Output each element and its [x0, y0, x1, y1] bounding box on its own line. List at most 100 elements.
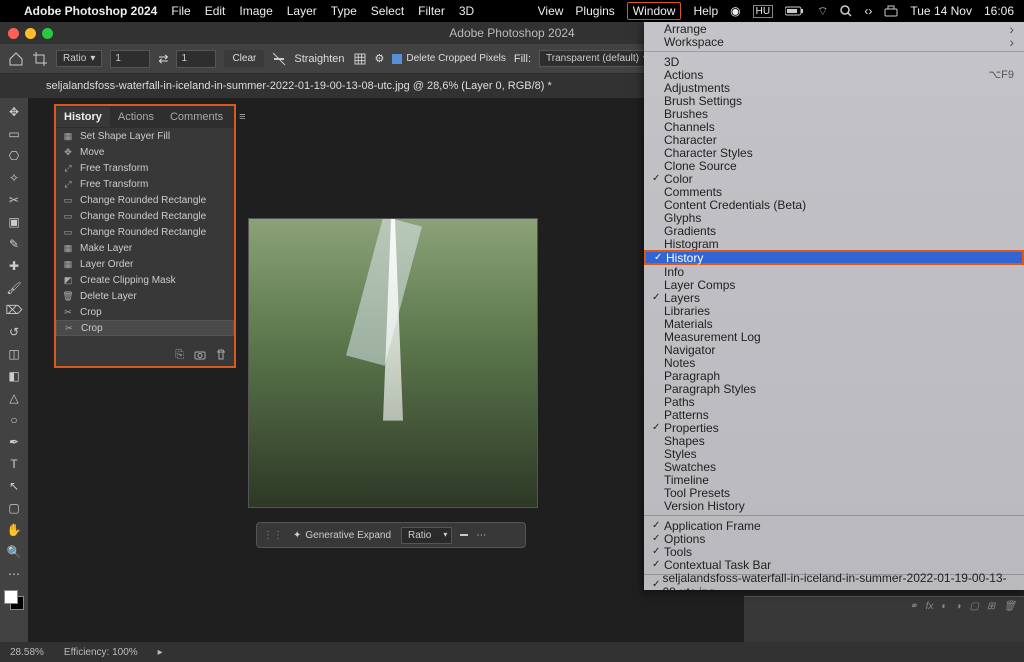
window-menu-item[interactable]: Materials [644, 317, 1024, 330]
menu-edit[interactable]: Edit [205, 4, 226, 18]
window-menu-item[interactable]: Paragraph Styles [644, 382, 1024, 395]
window-menu-item[interactable]: Libraries [644, 304, 1024, 317]
input-lang[interactable]: HU [753, 5, 773, 18]
date[interactable]: Tue 14 Nov [910, 4, 972, 18]
home-icon[interactable] [8, 51, 24, 67]
window-menu-item[interactable]: ✓seljalandsfoss-waterfall-in-iceland-in-… [644, 578, 1024, 590]
window-menu-item[interactable]: Version History [644, 499, 1024, 512]
window-menu-item[interactable]: Brush Settings [644, 94, 1024, 107]
window-menu-item[interactable]: ✓Layers [644, 291, 1024, 304]
trash-icon[interactable] [216, 349, 226, 361]
more-tools[interactable]: ⋯ [4, 564, 24, 584]
comments-tab[interactable]: Comments [162, 107, 231, 127]
camera-icon[interactable] [194, 350, 206, 360]
history-brush-tool[interactable]: ↺ [4, 322, 24, 342]
straighten-label[interactable]: Straighten [294, 53, 344, 65]
path-tool[interactable]: ↖ [4, 476, 24, 496]
history-item[interactable]: ▭Change Rounded Rectangle [56, 224, 234, 240]
menu-type[interactable]: Type [331, 4, 357, 18]
history-item[interactable]: 🗑Delete Layer [56, 288, 234, 304]
menu-help[interactable]: Help [693, 4, 718, 18]
menu-filter[interactable]: Filter [418, 4, 445, 18]
window-menu-item[interactable]: Timeline [644, 473, 1024, 486]
link-icon[interactable]: ⚭ [909, 601, 917, 612]
new-snapshot-icon[interactable]: ⎘ [175, 349, 184, 362]
swap-icon[interactable]: ⇄ [158, 52, 168, 66]
window-menu-item[interactable]: ✓Application Frame [644, 519, 1024, 532]
zoom-value[interactable]: 28.58% [10, 647, 44, 658]
history-item[interactable]: ▦Make Layer [56, 240, 234, 256]
crop-tool-icon[interactable] [32, 51, 48, 67]
statusbar-arrow-icon[interactable]: ▸ [158, 647, 163, 658]
type-tool[interactable]: T [4, 454, 24, 474]
history-item[interactable]: ▦Layer Order [56, 256, 234, 272]
history-item[interactable]: ▦Set Shape Layer Fill [56, 128, 234, 144]
straighten-icon[interactable] [272, 52, 286, 66]
straighten-ctx-icon[interactable] [458, 529, 470, 541]
app-name[interactable]: Adobe Photoshop 2024 [24, 4, 157, 18]
panel-menu-icon[interactable]: ≡ [231, 107, 253, 127]
ratio-select[interactable]: Ratio▾ [56, 50, 102, 67]
folder-icon[interactable]: ▢ [969, 601, 978, 612]
blur-tool[interactable]: △ [4, 388, 24, 408]
time[interactable]: 16:06 [984, 4, 1014, 18]
window-menu-item[interactable]: Info [644, 265, 1024, 278]
adjust-icon[interactable]: ◑ [955, 601, 961, 612]
history-item[interactable]: ✥Move [56, 144, 234, 160]
window-menu-item[interactable]: ✓History [644, 250, 1024, 265]
delete-cropped-checkbox[interactable]: Delete Cropped Pixels [392, 53, 506, 64]
trash-icon-2[interactable]: 🗑 [1003, 601, 1016, 612]
frame-tool[interactable]: ▣ [4, 212, 24, 232]
window-menu-item[interactable]: ✓Contextual Task Bar [644, 558, 1024, 571]
drag-handle-icon[interactable]: ⋮⋮ [263, 530, 283, 541]
control-center-icon[interactable]: ‹› [864, 4, 872, 18]
window-menu-item[interactable]: Notes [644, 356, 1024, 369]
window-menu-item[interactable]: Navigator [644, 343, 1024, 356]
clear-button[interactable]: Clear [224, 50, 264, 67]
window-menu-item[interactable]: 3D [644, 55, 1024, 68]
history-item[interactable]: ✂Crop [56, 320, 234, 336]
menu-3d[interactable]: 3D [459, 4, 474, 18]
color-swatch[interactable] [4, 590, 24, 610]
stamp-tool[interactable]: ⌦ [4, 300, 24, 320]
shape-tool[interactable]: ▢ [4, 498, 24, 518]
new-icon[interactable]: ⊞ [987, 601, 995, 612]
menu-file[interactable]: File [171, 4, 190, 18]
window-menu-item[interactable]: ✓Tools [644, 545, 1024, 558]
window-menu-item[interactable]: Actions [644, 68, 1024, 81]
history-item[interactable]: ◩Create Clipping Mask [56, 272, 234, 288]
menu-view[interactable]: View [538, 4, 564, 18]
window-menu-item[interactable]: Histogram [644, 237, 1024, 250]
menu-window[interactable]: Window [627, 2, 682, 20]
window-menu-item[interactable]: Layer Comps [644, 278, 1024, 291]
window-menu-item[interactable]: ✓Options [644, 532, 1024, 545]
window-menu-item[interactable]: ✓Properties [644, 421, 1024, 434]
pen-tool[interactable]: ✒ [4, 432, 24, 452]
eyedropper-tool[interactable]: ✎ [4, 234, 24, 254]
brush-tool[interactable]: 🖌 [4, 278, 24, 298]
history-item[interactable]: ▭Change Rounded Rectangle [56, 208, 234, 224]
history-item[interactable]: ⤢Free Transform [56, 176, 234, 192]
window-menu-item[interactable]: Glyphs [644, 211, 1024, 224]
window-menu-item[interactable]: Character [644, 133, 1024, 146]
window-menu-item[interactable]: Swatches [644, 460, 1024, 473]
wand-tool[interactable]: ✧ [4, 168, 24, 188]
history-item[interactable]: ✂Crop [56, 304, 234, 320]
grid-icon[interactable] [353, 52, 367, 66]
heal-tool[interactable]: ✚ [4, 256, 24, 276]
document-image[interactable] [248, 218, 538, 508]
history-tab[interactable]: History [56, 107, 110, 127]
zoom-tool[interactable]: 🔍 [4, 542, 24, 562]
more-ctx-icon[interactable]: ⋯ [476, 530, 486, 541]
window-menu-item[interactable]: Workspace [644, 35, 1024, 48]
lasso-tool[interactable]: ⎔ [4, 146, 24, 166]
window-menu-item[interactable]: Adjustments [644, 81, 1024, 94]
history-item[interactable]: ▭Change Rounded Rectangle [56, 192, 234, 208]
toolbox-icon[interactable] [884, 5, 898, 17]
menu-layer[interactable]: Layer [287, 4, 317, 18]
window-menu-item[interactable]: Comments [644, 185, 1024, 198]
marquee-tool[interactable]: ▭ [4, 124, 24, 144]
menu-plugins[interactable]: Plugins [575, 4, 614, 18]
ratio-h-input[interactable] [176, 50, 216, 68]
window-menu-item[interactable]: Paths [644, 395, 1024, 408]
